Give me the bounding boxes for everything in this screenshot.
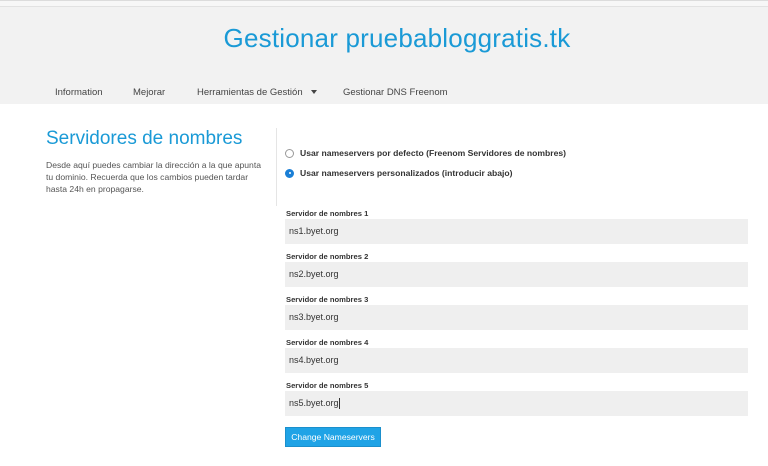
- page-header: Gestionar pruebabloggratis.tk Informatio…: [0, 0, 768, 104]
- nameserver-2-label: Servidor de nombres 2: [286, 252, 369, 261]
- nameserver-3-input[interactable]: ns3.byet.org: [285, 305, 748, 330]
- custom-nameservers-option[interactable]: Usar nameservers personalizados (introdu…: [285, 168, 513, 178]
- nameserver-1-input[interactable]: ns1.byet.org: [285, 219, 748, 244]
- nav-bar: Information Mejorar Herramientas de Gest…: [0, 85, 768, 105]
- nameserver-3-label: Servidor de nombres 3: [286, 295, 369, 304]
- radio-custom[interactable]: [285, 168, 294, 178]
- default-nameservers-label: Usar nameservers por defecto (Freenom Se…: [300, 148, 567, 158]
- nameserver-2-input[interactable]: ns2.byet.org: [285, 262, 748, 287]
- section-description: Desde aquí puedes cambiar la dirección a…: [46, 160, 261, 194]
- nav-item-mejorar[interactable]: Mejorar: [133, 87, 165, 98]
- nameserver-4-label: Servidor de nombres 4: [286, 338, 369, 347]
- nameserver-5-label: Servidor de nombres 5: [286, 381, 369, 390]
- nav-item-dns[interactable]: Gestionar DNS Freenom: [343, 87, 448, 98]
- nameserver-4-input[interactable]: ns4.byet.org: [285, 348, 748, 373]
- section-title: Servidores de nombres: [46, 128, 243, 149]
- text-cursor: [338, 398, 340, 410]
- nav-item-information[interactable]: Information: [55, 87, 103, 98]
- top-border: [0, 1, 768, 7]
- change-nameservers-button[interactable]: Change Nameservers: [285, 427, 381, 447]
- chevron-down-icon: [310, 90, 317, 95]
- nameserver-5-input[interactable]: ns5.byet.org: [285, 391, 748, 416]
- custom-nameservers-label: Usar nameservers personalizados (introdu…: [300, 168, 513, 178]
- nameserver-1-label: Servidor de nombres 1: [286, 209, 369, 218]
- nav-item-herramientas-label: Herramientas de Gestión: [197, 87, 303, 98]
- domain-title: Gestionar pruebabloggratis.tk: [223, 23, 571, 53]
- radio-default[interactable]: [285, 148, 294, 158]
- nav-item-herramientas[interactable]: Herramientas de Gestión: [197, 87, 317, 98]
- nameserver-5-value: ns5.byet.org: [289, 398, 339, 408]
- sidebar: Servidores de nombres Desde aquí puedes …: [46, 128, 268, 195]
- default-nameservers-option[interactable]: Usar nameservers por defecto (Freenom Se…: [285, 148, 566, 158]
- vertical-divider: [276, 128, 277, 206]
